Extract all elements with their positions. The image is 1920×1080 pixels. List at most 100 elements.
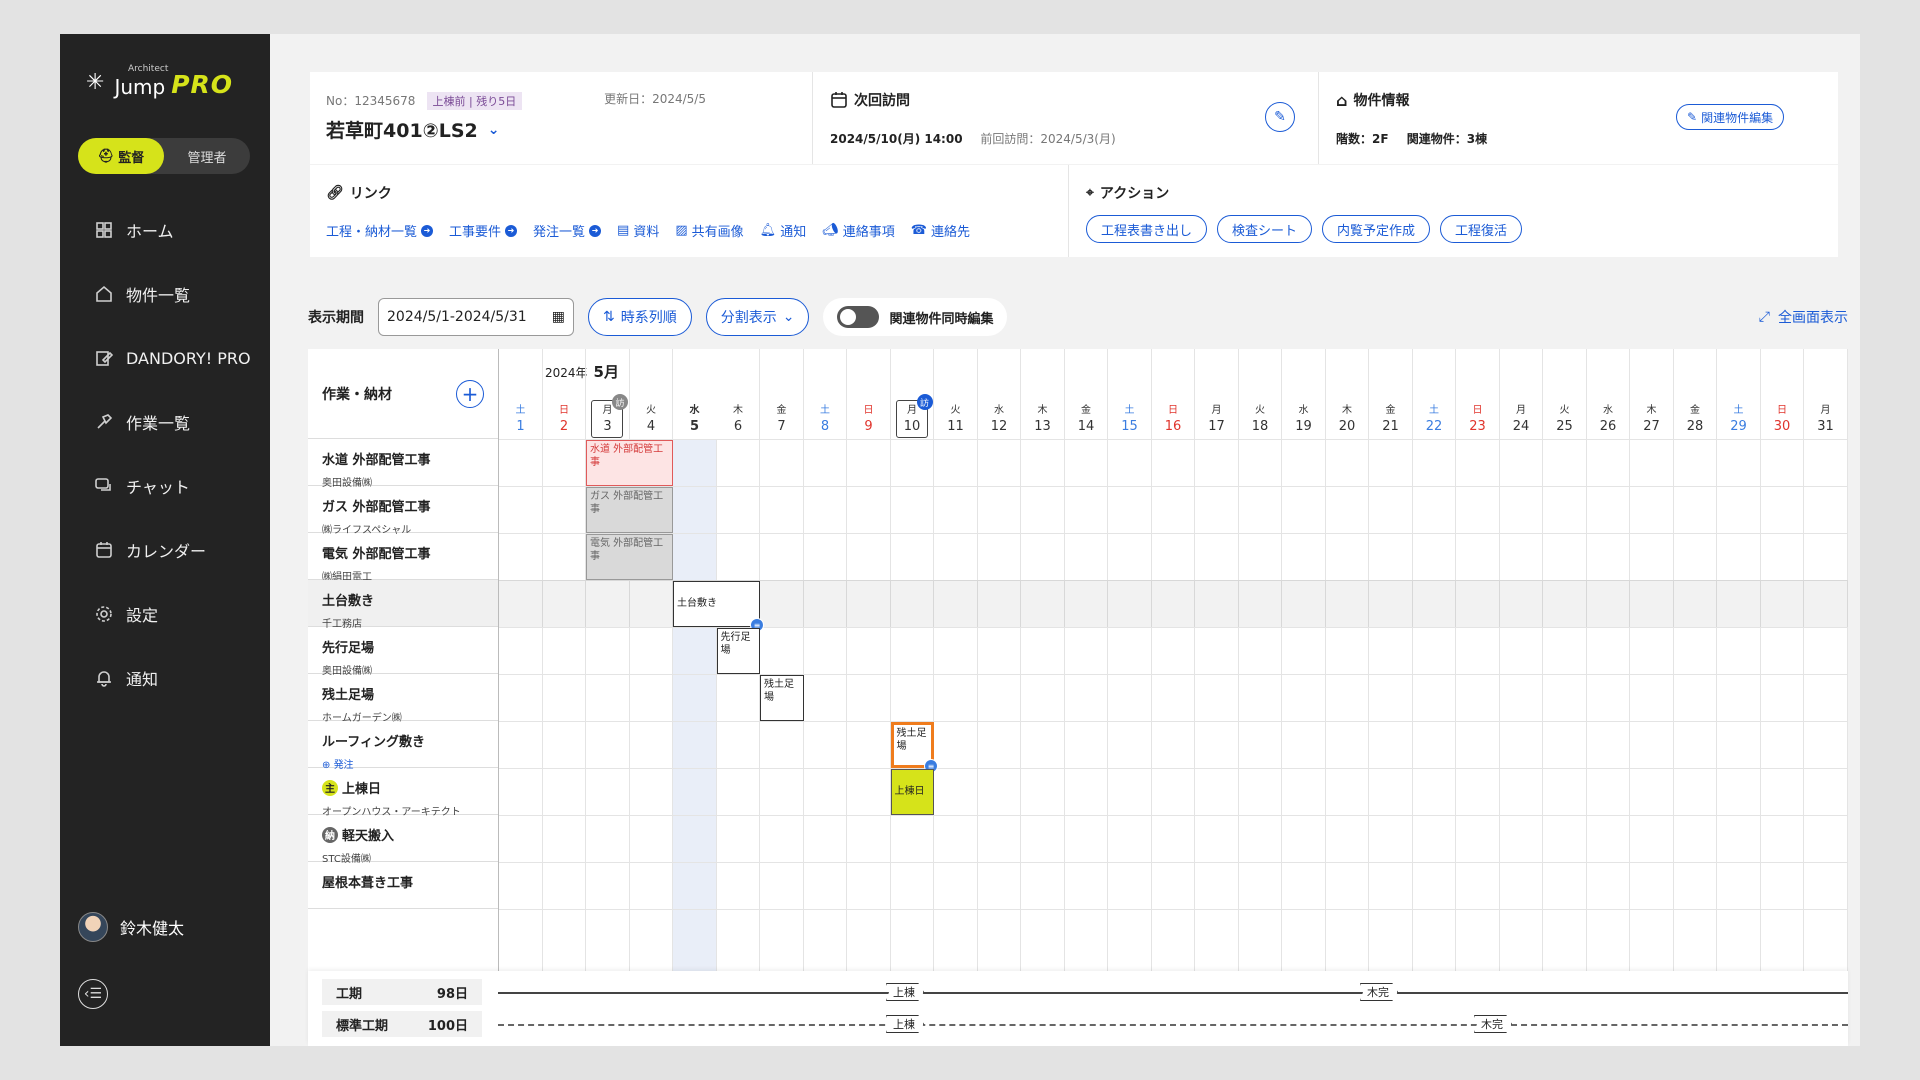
- link-5[interactable]: 🔔︎ 通知: [760, 221, 807, 240]
- gantt-chart: 作業・納材 + 水道 外部配管工事 奥田設備㈱ ガス 外部配管工事 ㈱ライフスペシャル…: [308, 349, 1848, 1046]
- sidebar-item-3[interactable]: 作業一覧: [60, 402, 270, 442]
- standard-milestone-jotou[interactable]: 上棟: [886, 1015, 924, 1033]
- schedule-bar[interactable]: ガス 外部配管工事: [586, 487, 673, 533]
- split-view-dropdown[interactable]: 分割表示 ⌄: [705, 298, 810, 336]
- task-row[interactable]: 残土足場 ホームガーデン㈱: [308, 674, 498, 724]
- link-label: 資料: [633, 225, 660, 240]
- weekday-label: 月: [1516, 405, 1526, 416]
- link-label: 発注一覧: [533, 225, 586, 240]
- link-label: 通知: [780, 225, 807, 240]
- day-number: 20: [1338, 419, 1356, 434]
- link-3[interactable]: ▤ 資料: [617, 221, 659, 240]
- project-selector[interactable]: 若草町401②LS2 ⌄: [326, 116, 500, 143]
- weekday-label: 水: [1603, 405, 1613, 416]
- user-profile[interactable]: 鈴木健太: [78, 912, 184, 942]
- project-number: No：12345678: [326, 94, 416, 108]
- weekday-label: 金: [1690, 405, 1700, 416]
- sidebar-item-4[interactable]: チャット: [60, 466, 270, 506]
- schedule-bar[interactable]: 水道 外部配管工事: [586, 440, 673, 486]
- task-row[interactable]: ガス 外部配管工事 ㈱ライフスペシャル: [308, 486, 498, 536]
- weekday-label: 土: [1124, 405, 1135, 416]
- task-row[interactable]: 先行足場 奥田設備㈱: [308, 627, 498, 677]
- gear-icon: [96, 606, 112, 622]
- day-number: 24: [1512, 419, 1530, 434]
- day-number: 26: [1599, 419, 1617, 434]
- task-title-wrap: 主上棟日: [322, 778, 484, 797]
- logo-text: Jump: [114, 74, 166, 99]
- sidebar-item-1[interactable]: 物件一覧: [60, 274, 270, 314]
- project-name: 若草町401②LS2: [326, 120, 478, 142]
- day-column: [978, 349, 1021, 1046]
- hammer-icon: [97, 414, 113, 429]
- arrow-circle-icon: ➜: [505, 224, 518, 237]
- task-row[interactable]: 電気 外部配管工事 ㈱絹田電工: [308, 533, 498, 583]
- floor-count: 階数：2F: [1336, 132, 1389, 146]
- day-column: [934, 349, 978, 1046]
- task-title-wrap: ルーフィング敷き: [322, 731, 484, 750]
- sidebar-item-6[interactable]: 設定: [60, 594, 270, 634]
- period-label: 工期: [336, 986, 363, 1002]
- day-number: 28: [1686, 419, 1704, 434]
- standard-period-value: 100日: [427, 1018, 468, 1034]
- edit-related-button[interactable]: ✎ 関連物件編集: [1676, 104, 1785, 130]
- app-logo[interactable]: ✳ Architect Jump PRO: [86, 64, 233, 99]
- task-row[interactable]: 土台敷き 千工務店: [308, 580, 498, 630]
- schedule-bar[interactable]: 先行足場: [716, 628, 760, 674]
- milestone-label: 木完: [1481, 1018, 1503, 1031]
- row-divider: [499, 862, 1848, 863]
- sync-edit-toggle[interactable]: 関連物件同時編集: [823, 298, 1008, 336]
- sidebar-item-2[interactable]: DANDORY! PRO: [60, 338, 270, 378]
- action-button-3[interactable]: 工程復活: [1440, 215, 1523, 243]
- sidebar-item-label: ホーム: [126, 222, 174, 241]
- day-number: 14: [1077, 419, 1095, 434]
- link-7[interactable]: ☎ 連絡先: [911, 221, 970, 240]
- toggle-switch[interactable]: [837, 306, 880, 328]
- link-1[interactable]: 工事要件 ➜: [449, 221, 518, 240]
- action-button-0[interactable]: 工程表書き出し: [1086, 215, 1208, 243]
- day-column: [1021, 349, 1065, 1046]
- cursor-click-icon: ⌖: [1086, 185, 1094, 201]
- task-row[interactable]: 主上棟日 オープンハウス・アーキテクト: [308, 768, 498, 818]
- sidebar-item-5[interactable]: カレンダー: [60, 530, 270, 570]
- role-supervisor-button[interactable]: ⛑ 監督: [78, 138, 164, 174]
- sidebar-item-0[interactable]: ホーム: [60, 210, 270, 250]
- weekday-label: 土: [515, 405, 526, 416]
- sidebar-item-7[interactable]: 通知: [60, 658, 270, 698]
- task-title: 水道 外部配管工事: [322, 453, 431, 468]
- standard-milestone-mokkan[interactable]: 木完: [1474, 1015, 1512, 1033]
- task-row[interactable]: 屋根本葺き工事: [308, 862, 498, 909]
- fullscreen-button[interactable]: ⤢ 全画面表示: [1759, 307, 1848, 327]
- day-column: [1543, 349, 1587, 1046]
- task-column-title: 作業・納材: [322, 386, 392, 403]
- action-button-1[interactable]: 検査シート: [1217, 215, 1313, 243]
- schedule-bar[interactable]: 残土足場: [760, 675, 804, 721]
- milestone-mokkan[interactable]: 木完: [1360, 983, 1398, 1001]
- edit-visit-button[interactable]: ✎: [1265, 102, 1295, 132]
- link-2[interactable]: 発注一覧 ➜: [533, 221, 602, 240]
- sidebar-item-label: DANDORY! PRO: [126, 348, 251, 368]
- schedule-bar[interactable]: 電気 外部配管工事: [586, 534, 673, 580]
- collapse-sidebar-button[interactable]: ‹☰: [78, 979, 108, 1009]
- task-title-wrap: ガス 外部配管工事: [322, 496, 484, 515]
- period-date-input[interactable]: 2024/5/1-2024/5/31 ▦: [378, 298, 574, 336]
- role-toggle[interactable]: ⛑ 監督 管理者: [78, 138, 250, 174]
- link-4[interactable]: ▨ 共有画像: [675, 221, 743, 240]
- add-task-button[interactable]: +: [456, 379, 484, 408]
- chronological-button[interactable]: ⇅ 時系列順: [588, 298, 692, 336]
- task-title: 上棟日: [342, 782, 382, 797]
- day-column: [1456, 349, 1500, 1046]
- link-label: 共有画像: [691, 225, 744, 240]
- weekday-label: 水: [1298, 405, 1309, 416]
- task-row[interactable]: ルーフィング敷き ⊕ 発注: [308, 721, 498, 771]
- day-number: 2: [559, 419, 569, 434]
- task-row[interactable]: 水道 外部配管工事 奥田設備㈱: [308, 439, 498, 489]
- schedule-bar[interactable]: 土台敷き: [673, 581, 760, 627]
- task-row[interactable]: 納軽天搬入 STC設備㈱: [308, 815, 498, 865]
- schedule-bar[interactable]: 上棟日: [890, 769, 934, 815]
- link-0[interactable]: 工程・納材一覧 ➜: [326, 221, 434, 240]
- day-number: 6: [733, 419, 743, 434]
- action-button-2[interactable]: 内覧予定作成: [1322, 215, 1431, 243]
- milestone-jotou[interactable]: 上棟: [886, 983, 924, 1001]
- role-admin-button[interactable]: 管理者: [164, 147, 250, 166]
- link-6[interactable]: 📣︎ 連絡事項: [822, 221, 895, 240]
